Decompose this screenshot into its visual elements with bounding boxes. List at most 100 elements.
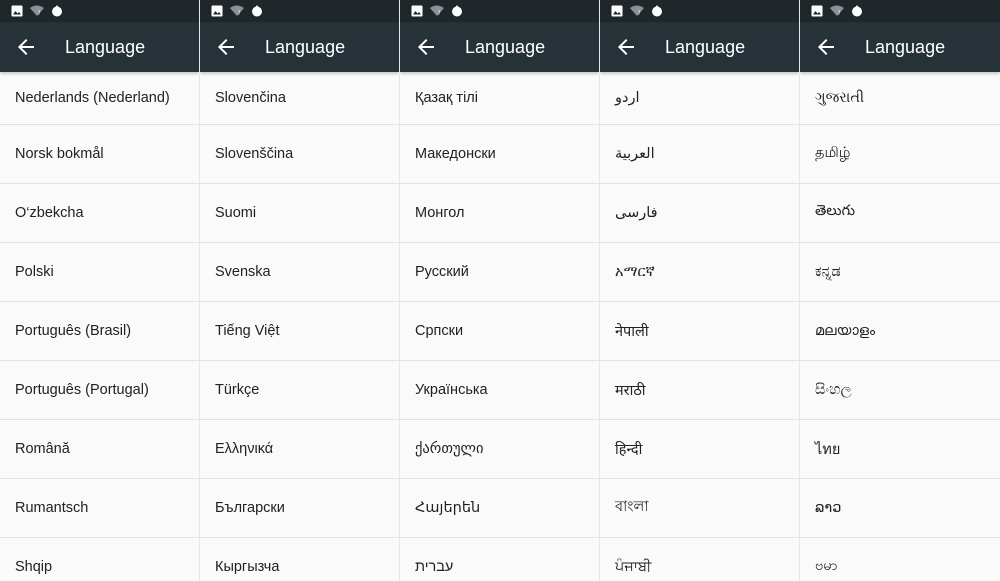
language-item[interactable]: Slovenčina [200,72,399,125]
arrow-back-icon [18,39,34,55]
language-list: Қазақ тілі Македонски Монгол Русский Срп… [400,72,599,581]
language-item[interactable]: Български [200,479,399,538]
language-screen-4: ? Language اردو العربية فارسی አማርኛ नेपाल… [600,0,800,581]
app-bar: Language [200,22,399,72]
language-item[interactable]: ქართული [400,420,599,479]
image-icon [610,4,624,18]
language-item[interactable]: Ελληνικά [200,420,399,479]
app-bar: Language [800,22,1000,72]
image-icon [10,4,24,18]
back-button[interactable] [0,22,52,72]
language-item[interactable]: ગુજરાતી [800,72,1000,125]
status-bar: ? [0,0,199,22]
language-item[interactable]: Suomi [200,184,399,243]
image-icon [810,4,824,18]
image-icon [210,4,224,18]
language-item[interactable]: Қазақ тілі [400,72,599,125]
language-item[interactable]: اردو [600,72,799,125]
wifi-unknown-icon: ? [430,4,444,18]
language-item[interactable]: Português (Brasil) [0,302,199,361]
language-item[interactable]: हिन्दी [600,420,799,479]
screens-container: ? Language Nederlands (Nederland) Norsk … [0,0,1000,581]
back-button[interactable] [800,22,852,72]
notification-drop-icon [650,4,664,18]
language-list: Slovenčina Slovenščina Suomi Svenska Tiế… [200,72,399,581]
language-item[interactable]: മലയാളം [800,302,1000,361]
notification-drop-icon [450,4,464,18]
language-list: ગુજરાતી தமிழ் తెలుగు ಕನ್ನಡ മലയാളം සිංහල … [800,72,1000,581]
language-item[interactable]: Svenska [200,243,399,302]
language-item[interactable]: Slovenščina [200,125,399,184]
notification-drop-icon [250,4,264,18]
language-item[interactable]: አማርኛ [600,243,799,302]
wifi-unknown-icon: ? [30,4,44,18]
language-item[interactable]: Nederlands (Nederland) [0,72,199,125]
language-item[interactable]: Polski [0,243,199,302]
language-item[interactable]: తెలుగు [800,184,1000,243]
language-screen-2: ? Language Slovenčina Slovenščina Suomi … [200,0,400,581]
svg-text:?: ? [438,10,441,17]
notification-drop-icon [50,4,64,18]
wifi-unknown-icon: ? [230,4,244,18]
language-item[interactable]: Українська [400,361,599,420]
page-title: Language [65,36,146,57]
language-item[interactable]: ဗမာ [800,538,1000,581]
language-item[interactable]: Shqip [0,538,199,581]
svg-text:?: ? [638,10,641,17]
arrow-back-icon [218,39,234,55]
language-item[interactable]: Tiếng Việt [200,302,399,361]
notification-drop-icon [850,4,864,18]
language-item[interactable]: සිංහල [800,361,1000,420]
wifi-unknown-icon: ? [630,4,644,18]
language-item[interactable]: فارسی [600,184,799,243]
language-item[interactable]: Кыргызча [200,538,399,581]
language-item[interactable]: ລາວ [800,479,1000,538]
image-icon [410,4,424,18]
back-button[interactable] [400,22,452,72]
status-bar: ? [400,0,599,22]
arrow-back-icon [418,39,434,55]
language-item[interactable]: Norsk bokmål [0,125,199,184]
status-bar: ? [200,0,399,22]
language-item[interactable]: עברית [400,538,599,581]
page-title: Language [265,36,346,57]
language-list: Nederlands (Nederland) Norsk bokmål O‘zb… [0,72,199,581]
svg-text:?: ? [238,10,241,17]
page-title: Language [865,36,946,57]
language-item[interactable]: नेपाली [600,302,799,361]
language-item[interactable]: Rumantsch [0,479,199,538]
svg-text:?: ? [38,10,41,17]
app-bar: Language [0,22,199,72]
language-item[interactable]: ไทย [800,420,1000,479]
language-item[interactable]: ಕನ್ನಡ [800,243,1000,302]
app-bar: Language [400,22,599,72]
language-item[interactable]: தமிழ் [800,125,1000,184]
language-screen-3: ? Language Қазақ тілі Македонски Монгол … [400,0,600,581]
back-button[interactable] [600,22,652,72]
language-item[interactable]: Македонски [400,125,599,184]
wifi-unknown-icon: ? [830,4,844,18]
language-item[interactable]: Монгол [400,184,599,243]
language-item[interactable]: Հայերեն [400,479,599,538]
language-screen-1: ? Language Nederlands (Nederland) Norsk … [0,0,200,581]
status-bar: ? [800,0,1000,22]
page-title: Language [465,36,546,57]
status-bar: ? [600,0,799,22]
language-item[interactable]: العربية [600,125,799,184]
language-item[interactable]: Türkçe [200,361,399,420]
language-item[interactable]: मराठी [600,361,799,420]
page-title: Language [665,36,746,57]
arrow-back-icon [818,39,834,55]
back-button[interactable] [200,22,252,72]
language-list: اردو العربية فارسی አማርኛ नेपाली मराठी हिन… [600,72,799,581]
language-item[interactable]: Српски [400,302,599,361]
app-bar: Language [600,22,799,72]
language-item[interactable]: Română [0,420,199,479]
svg-text:?: ? [838,10,841,17]
language-item[interactable]: Русский [400,243,599,302]
language-item[interactable]: Português (Portugal) [0,361,199,420]
language-item[interactable]: O‘zbekcha [0,184,199,243]
arrow-back-icon [618,39,634,55]
language-item[interactable]: বাংলা [600,479,799,538]
language-item[interactable]: ਪੰਜਾਬੀ [600,538,799,581]
